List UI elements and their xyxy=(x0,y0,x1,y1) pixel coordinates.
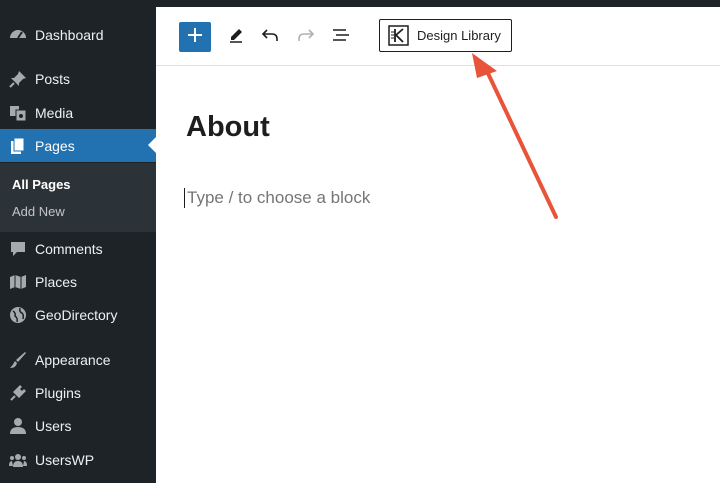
placeholder-text: Type / to choose a block xyxy=(187,188,371,207)
map-icon xyxy=(9,273,27,291)
plus-icon xyxy=(188,27,202,47)
design-library-logo-icon xyxy=(388,25,409,46)
sidebar-item-label: GeoDirectory xyxy=(35,306,118,323)
user-icon xyxy=(9,417,27,435)
sidebar-item-users[interactable]: Users xyxy=(0,409,156,442)
admin-sidebar: Dashboard Posts Media Pages All Pages Ad… xyxy=(0,0,156,483)
sidebar-item-places[interactable]: Places xyxy=(0,265,156,298)
sidebar-item-label: Pages xyxy=(35,137,75,154)
empty-block-placeholder[interactable]: Type / to choose a block xyxy=(184,188,370,208)
sidebar-item-dashboard[interactable]: Dashboard xyxy=(0,18,156,51)
page-title[interactable]: About xyxy=(186,111,270,144)
submenu-item-all-pages[interactable]: All Pages xyxy=(12,177,71,192)
pages-submenu: All Pages Add New xyxy=(0,163,156,232)
list-view-icon xyxy=(332,28,350,47)
sidebar-item-label: Appearance xyxy=(35,351,111,368)
edit-tools-button[interactable] xyxy=(224,25,248,49)
sidebar-item-geodirectory[interactable]: GeoDirectory xyxy=(0,298,156,331)
media-icon xyxy=(9,104,27,122)
block-inserter-button[interactable] xyxy=(179,22,211,52)
document-overview-button[interactable] xyxy=(329,25,353,49)
block-editor: Design Library About Type / to choose a … xyxy=(156,7,720,483)
sidebar-item-label: Users xyxy=(35,417,72,434)
sidebar-item-pages[interactable]: Pages xyxy=(0,129,156,162)
sidebar-item-label: Media xyxy=(35,104,74,121)
dashboard-icon xyxy=(9,26,27,44)
plugin-icon xyxy=(9,384,27,402)
design-library-label: Design Library xyxy=(417,28,501,43)
pin-icon xyxy=(9,70,27,88)
globe-icon xyxy=(9,306,27,324)
sidebar-item-media[interactable]: Media xyxy=(0,96,156,129)
users-group-icon xyxy=(9,451,27,469)
sidebar-item-label: Plugins xyxy=(35,384,81,401)
undo-button[interactable] xyxy=(258,25,282,49)
pages-icon xyxy=(9,137,27,155)
sidebar-item-posts[interactable]: Posts xyxy=(0,62,156,95)
editor-toolbar: Design Library xyxy=(156,7,720,66)
undo-icon xyxy=(261,27,279,48)
submenu-item-add-new[interactable]: Add New xyxy=(12,204,65,219)
sidebar-item-label: Posts xyxy=(35,70,71,87)
redo-icon xyxy=(297,27,315,48)
redo-button[interactable] xyxy=(294,25,318,49)
sidebar-item-plugins[interactable]: Plugins xyxy=(0,376,156,409)
sidebar-item-appearance[interactable]: Appearance xyxy=(0,343,156,376)
sidebar-item-label: Dashboard xyxy=(35,26,104,43)
sidebar-item-userswp[interactable]: UsersWP xyxy=(0,443,156,476)
sidebar-item-comments[interactable]: Comments xyxy=(0,232,156,265)
comment-icon xyxy=(9,240,27,258)
sidebar-item-label: Places xyxy=(35,273,78,290)
sidebar-item-label: UsersWP xyxy=(35,451,95,468)
brush-icon xyxy=(9,351,27,369)
sidebar-item-label: Comments xyxy=(35,240,103,257)
annotation-arrow xyxy=(472,53,558,219)
text-caret xyxy=(184,188,185,208)
pencil-icon xyxy=(228,27,244,48)
